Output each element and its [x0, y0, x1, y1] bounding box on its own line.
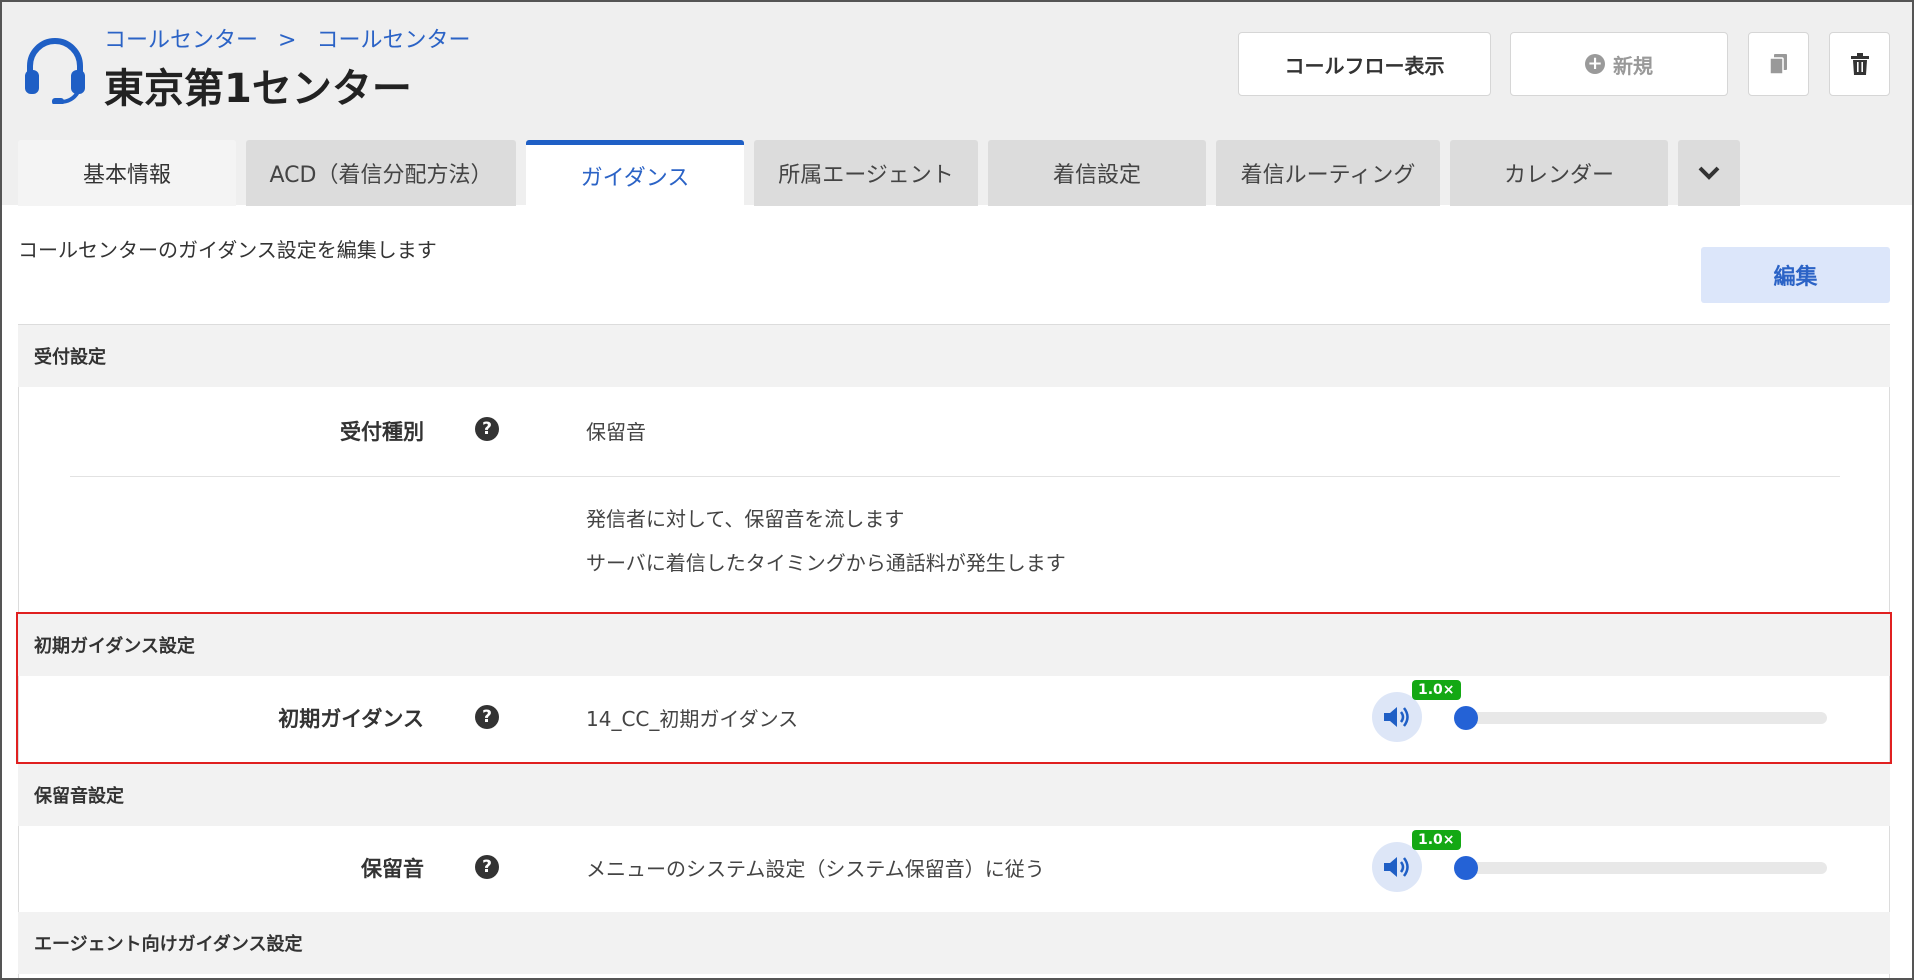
delete-button[interactable]	[1829, 32, 1890, 96]
header: コールセンター > コールセンター 東京第1センター コールフロー表示 + 新規	[2, 2, 1912, 206]
hold-music-label: 保留音	[361, 857, 424, 881]
seek-track[interactable]	[1464, 862, 1827, 874]
copy-icon	[1768, 54, 1787, 75]
call-flow-button-label: コールフロー表示	[1284, 53, 1445, 78]
divider	[70, 476, 1840, 477]
tab-incoming-routing[interactable]: 着信ルーティング	[1216, 140, 1440, 206]
tab-label: ガイダンス	[580, 165, 690, 191]
page-description: コールセンターのガイダンス設定を編集します	[18, 238, 437, 262]
highlight-box	[16, 612, 1892, 764]
breadcrumb: コールセンター > コールセンター	[104, 22, 470, 54]
tab-label: カレンダー	[1503, 163, 1614, 188]
edit-button[interactable]: 編集	[1701, 247, 1890, 303]
tab-label: 基本情報	[82, 163, 171, 188]
audio-player-hold-music: 1.0×	[1372, 830, 1832, 896]
tab-acd[interactable]: ACD（着信分配方法）	[246, 140, 516, 206]
headset-icon	[25, 38, 85, 104]
speaker-icon	[1384, 857, 1409, 877]
page-title: 東京第1センター	[104, 66, 412, 112]
chevron-down-icon	[1698, 166, 1720, 180]
hold-music-value: メニューのシステム設定（システム保留音）に従う	[586, 857, 1045, 881]
app-window: コールセンター > コールセンター 東京第1センター コールフロー表示 + 新規	[0, 0, 1914, 980]
breadcrumb-separator: >	[278, 28, 297, 53]
help-icon[interactable]: ?	[475, 417, 499, 441]
tab-agents[interactable]: 所属エージェント	[754, 140, 978, 206]
trash-icon	[1850, 53, 1869, 75]
plus-circle-icon: +	[1585, 54, 1605, 74]
new-button[interactable]: + 新規	[1510, 32, 1728, 96]
call-flow-button[interactable]: コールフロー表示	[1238, 32, 1491, 96]
new-button-label: 新規	[1613, 53, 1653, 78]
section-heading-hold-music: 保留音設定	[18, 764, 1890, 826]
reception-note-line-1: 発信者に対して、保留音を流します	[586, 507, 905, 531]
tab-label: 着信設定	[1052, 163, 1141, 188]
reception-type-value: 保留音	[586, 420, 646, 444]
tab-guidance[interactable]: ガイダンス	[526, 140, 744, 206]
edit-button-label: 編集	[1773, 265, 1818, 290]
reception-type-label: 受付種別	[340, 420, 424, 444]
tab-label: 着信ルーティング	[1240, 163, 1416, 188]
tab-basic-info[interactable]: 基本情報	[18, 140, 236, 206]
section-heading-agent-guidance: エージェント向けガイダンス設定	[18, 912, 1890, 974]
seek-handle[interactable]	[1454, 856, 1478, 880]
breadcrumb-item-callcenter[interactable]: コールセンター	[104, 28, 258, 53]
reception-note-line-2: サーバに着信したタイミングから通話料が発生します	[586, 551, 1066, 575]
breadcrumb-item-callcenter-2[interactable]: コールセンター	[316, 28, 470, 53]
tab-incoming-settings[interactable]: 着信設定	[988, 140, 1206, 206]
tab-label: 所属エージェント	[778, 163, 954, 188]
tab-more[interactable]	[1678, 140, 1740, 206]
tab-calendar[interactable]: カレンダー	[1450, 140, 1668, 206]
playback-speed-badge[interactable]: 1.0×	[1412, 830, 1461, 850]
section-heading-reception: 受付設定	[18, 325, 1890, 387]
copy-button[interactable]	[1748, 32, 1809, 96]
tab-label: ACD（着信分配方法）	[269, 163, 493, 188]
help-icon[interactable]: ?	[475, 855, 499, 879]
